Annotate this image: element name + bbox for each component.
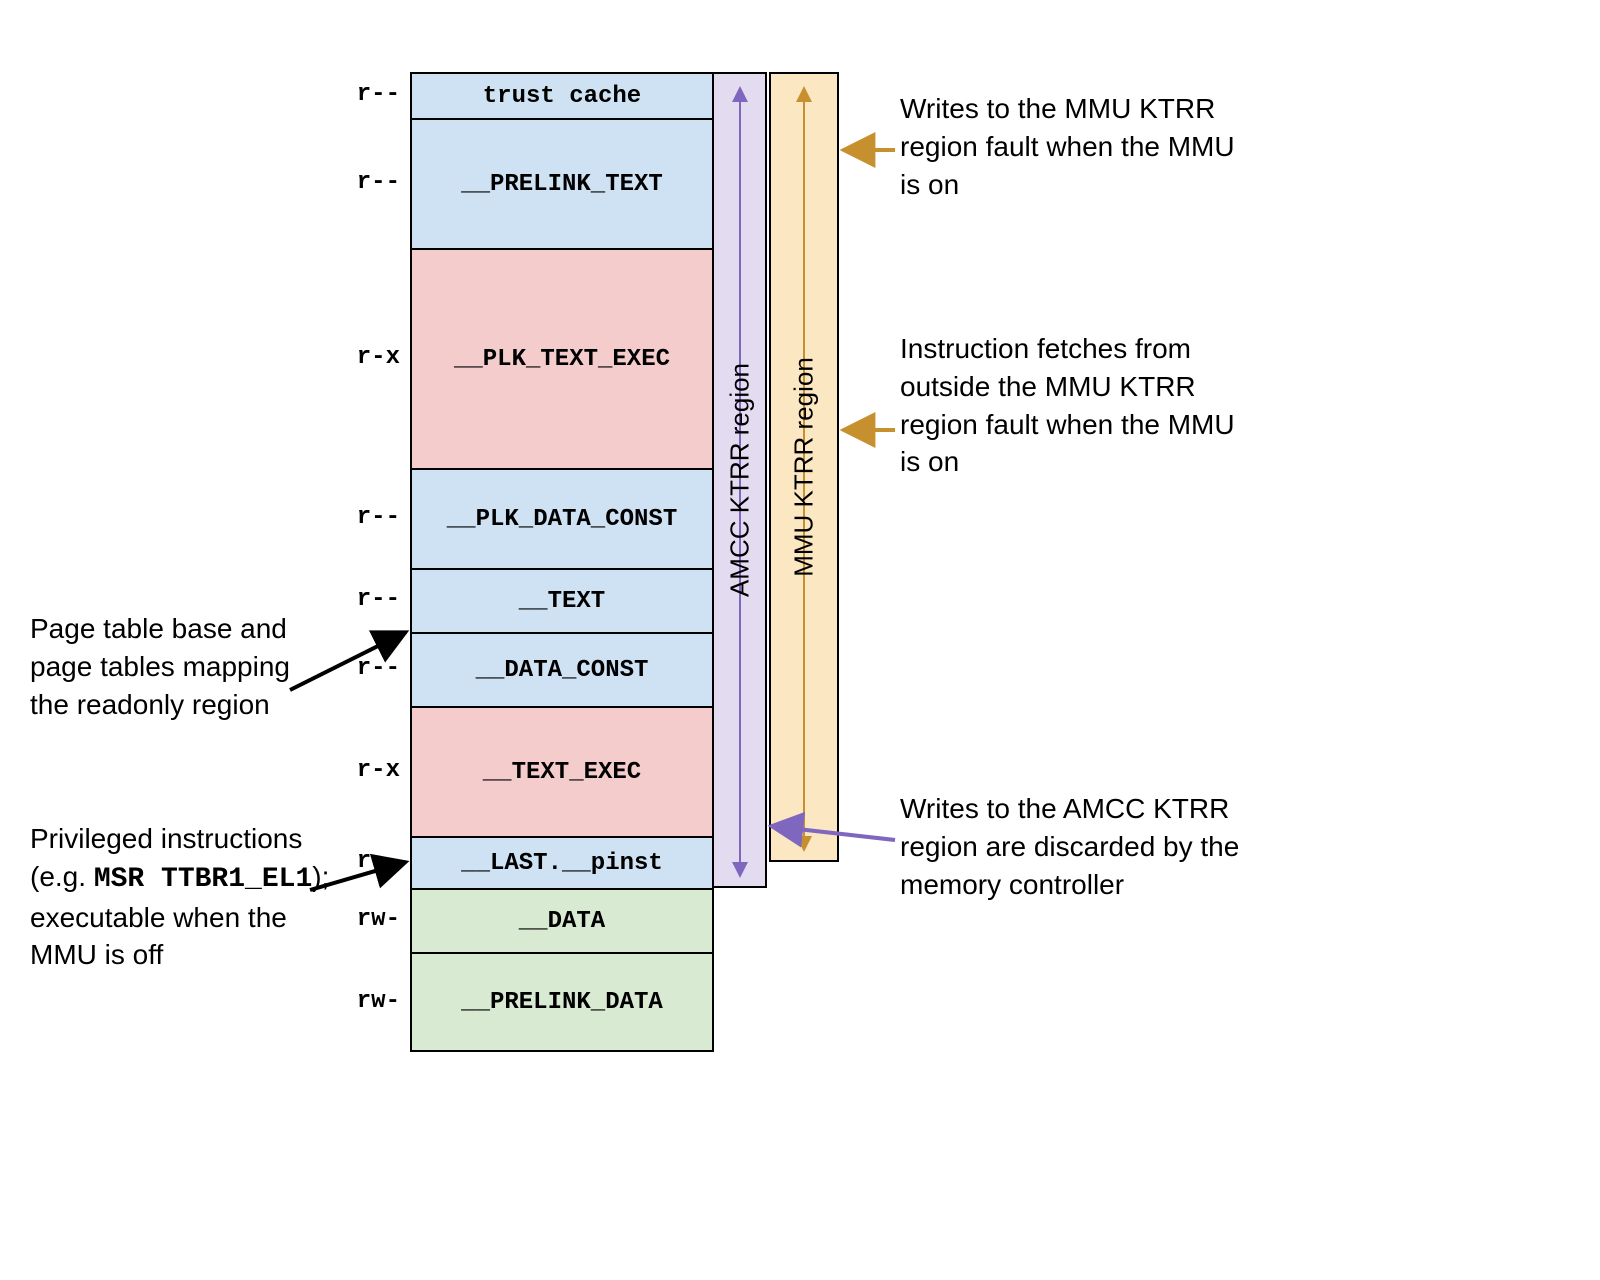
segment--plk-data-const: __PLK_DATA_CONST (412, 468, 712, 568)
perm-label: r-- (357, 81, 400, 108)
segment--prelink-data: __PRELINK_DATA (412, 952, 712, 1052)
note-privileged-instructions: Privileged instructions (e.g. MSR TTBR1_… (30, 820, 350, 974)
amcc-ktrr-region-bar: AMCC KTRR region (712, 72, 767, 888)
segment--last-pinst: __LAST.__pinst (412, 836, 712, 888)
perm-label: r-- (357, 848, 400, 875)
segment-trust-cache: trust cache (412, 72, 712, 118)
ktrr-memory-layout-diagram: trust cache __PRELINK_TEXT __PLK_TEXT_EXEC… (0, 0, 1600, 1280)
note-amcc-writes: Writes to the AMCC KTRR region are disca… (900, 790, 1260, 903)
segment-label: __TEXT (519, 588, 605, 615)
segment--plk-text-exec: __PLK_TEXT_EXEC (412, 248, 712, 468)
segment-label: __LAST.__pinst (461, 850, 663, 877)
perm-label: r-- (357, 169, 400, 196)
perm-label: r-- (357, 655, 400, 682)
perm-label: rw- (357, 906, 400, 933)
perm-label: r-- (357, 586, 400, 613)
segment-label: __PRELINK_DATA (461, 989, 663, 1016)
segment--text: __TEXT (412, 568, 712, 632)
perm-label: r-x (357, 344, 400, 371)
memory-map-column: trust cache __PRELINK_TEXT __PLK_TEXT_EXEC… (410, 72, 714, 1052)
note-priv-code: MSR TTBR1_EL1 (94, 864, 312, 895)
segment--text-exec: __TEXT_EXEC (412, 706, 712, 836)
segment-label: trust cache (483, 83, 641, 110)
perm-label: rw- (357, 988, 400, 1015)
segment-label: __DATA_CONST (476, 657, 649, 684)
segment-label: __PLK_DATA_CONST (447, 506, 677, 533)
segment-label: __DATA (519, 908, 605, 935)
segment-label: __PRELINK_TEXT (461, 171, 663, 198)
amcc-region-label: AMCC KTRR region (724, 363, 755, 597)
segment-label: __TEXT_EXEC (483, 759, 641, 786)
note-mmu-writes: Writes to the MMU KTRR region fault when… (900, 90, 1260, 203)
perm-label: r-- (357, 504, 400, 531)
perm-label: r-x (357, 757, 400, 784)
note-mmu-ifetch: Instruction fetches from outside the MMU… (900, 330, 1260, 481)
segment--data-const: __DATA_CONST (412, 632, 712, 706)
mmu-ktrr-region-bar: MMU KTRR region (769, 72, 839, 862)
segment-label: __PLK_TEXT_EXEC (454, 346, 670, 373)
segment--prelink-text: __PRELINK_TEXT (412, 118, 712, 248)
note-page-table-base: Page table base and page tables mapping … (30, 610, 330, 723)
segment--data: __DATA (412, 888, 712, 952)
mmu-region-label: MMU KTRR region (789, 357, 820, 577)
note-page-table-base-text: Page table base and page tables mapping … (30, 613, 290, 720)
